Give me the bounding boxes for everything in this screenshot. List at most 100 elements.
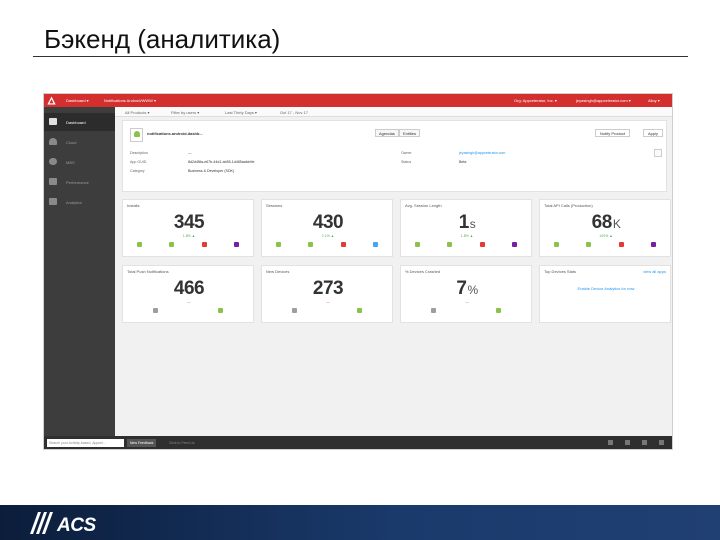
filter-products[interactable]: All Products ▾ <box>125 110 149 115</box>
sidebar-item-cloud[interactable]: Cloud <box>44 133 115 151</box>
html5-icon <box>618 242 624 247</box>
android-icon[interactable] <box>608 440 613 445</box>
user-icon <box>49 158 57 165</box>
metric-card[interactable]: Avg. Session Length 1s 1.8% ▲ <box>400 199 532 257</box>
app-info-card: notifications.android.dashb... Agendas E… <box>122 120 667 192</box>
filter-users[interactable]: Filter by users ▾ <box>171 110 199 115</box>
feedback-hint: Click to Feed Us <box>169 441 195 445</box>
metric-card[interactable]: Top Devices Stats view all apps Enable Dev… <box>539 265 671 323</box>
sidebar-item-label: Analytics <box>66 200 83 205</box>
bottom-icons <box>608 440 664 445</box>
metric-number: 1 <box>458 212 470 233</box>
metric-value: 7% <box>401 278 533 300</box>
ios-icon <box>496 308 501 313</box>
metric-card[interactable]: Total API Calls (Production) 68K 100% ▲ <box>539 199 671 257</box>
sidebar-item-performance[interactable]: Performance <box>44 173 115 191</box>
metric-note[interactable]: Enable Device Analytics for now <box>540 286 672 291</box>
metric-title: Total API Calls (Production) <box>544 203 593 208</box>
meta-label: Status <box>401 160 412 164</box>
meta-value: — <box>188 151 192 155</box>
platform-stat <box>218 308 223 319</box>
platform-stat <box>650 242 656 253</box>
acs-stripes-logo-icon <box>30 512 53 534</box>
metric-card[interactable]: New Devices 273— <box>261 265 393 323</box>
org-selector[interactable]: Org: Appcelerator, Inc. ▾ <box>514 98 557 103</box>
meta-label: Description <box>130 151 148 155</box>
platform-breakdown <box>153 308 223 319</box>
platform-stat <box>153 308 158 319</box>
metric-card[interactable]: Total Push Notifications 466— <box>122 265 254 323</box>
nav-dashboard-menu[interactable]: Dashboard ▾ <box>66 98 89 103</box>
windowsphone-icon <box>233 242 239 247</box>
html5-icon[interactable] <box>659 440 664 445</box>
filter-bar: All Products ▾ Filter by users ▾ Last Th… <box>115 107 672 117</box>
edit-icon[interactable] <box>654 149 662 157</box>
metric-delta: 100% ▲ <box>599 234 613 238</box>
metric-delta: 2.1% ▲ <box>321 234 335 238</box>
platform-breakdown <box>276 242 378 253</box>
sidebar-item-label: Cloud <box>66 140 77 145</box>
html5-icon <box>201 242 207 247</box>
footer-banner: ACS <box>0 505 720 540</box>
metric-title: % Devices Crashed <box>405 269 441 274</box>
html5-icon <box>479 242 485 247</box>
metric-value: 68K <box>540 212 672 234</box>
web-icon <box>372 242 378 247</box>
ios-icon <box>357 308 362 313</box>
platform-stat <box>372 242 378 253</box>
user-menu[interactable]: jeyasingh@appcelerator.com ▾ <box>576 98 631 103</box>
feedback-input[interactable]: Search your Activity-based, Appcel... <box>47 439 124 447</box>
platform-stat <box>292 308 297 319</box>
metric-unit: s <box>469 217 476 231</box>
nav-app-selector[interactable]: Notifications Android/WWW ▾ <box>104 98 156 103</box>
metric-title: New Devices <box>266 269 290 274</box>
metric-number: 273 <box>312 278 344 299</box>
agendas-button[interactable]: Agendas <box>375 129 399 137</box>
filter-date-range[interactable]: Last Thirty Days ▾ <box>225 110 257 115</box>
sidebar-item-label: MBS <box>66 160 75 165</box>
sidebar-item-dashboard[interactable]: Dashboard <box>44 113 115 131</box>
platform-stat <box>137 242 142 253</box>
platform-breakdown <box>415 242 517 253</box>
platform-stat <box>276 242 281 253</box>
android-app-icon <box>130 128 143 142</box>
windows-icon <box>308 242 314 247</box>
meta-value: Beta <box>459 160 467 164</box>
product-switcher[interactable]: Alloy ▾ <box>648 98 660 103</box>
metric-value: 345 <box>123 212 255 234</box>
metric-card[interactable]: % Devices Crashed 7% — <box>400 265 532 323</box>
apple-icon[interactable] <box>625 440 630 445</box>
sidebar-item-label: Dashboard <box>66 120 86 125</box>
entities-button[interactable]: Entities <box>399 129 421 137</box>
android-icon <box>292 308 297 313</box>
windows-icon <box>586 242 592 247</box>
top-navigation-bar: Dashboard ▾ Notifications Android/WWW ▾ … <box>44 94 672 107</box>
appcelerator-logo-icon[interactable] <box>47 96 56 105</box>
sidebar-item-mbs[interactable]: MBS <box>44 153 115 171</box>
metric-delta: — <box>465 300 469 304</box>
platform-stat <box>586 242 592 253</box>
metric-card[interactable]: Sessions 430 2.1% ▲ <box>261 199 393 257</box>
sidebar-item-analytics[interactable]: Analytics <box>44 193 115 211</box>
grid-icon <box>49 118 57 125</box>
platform-breakdown <box>292 308 362 319</box>
notify-product-button[interactable]: Notify Product <box>595 129 631 137</box>
metric-value: 430 <box>262 212 394 234</box>
metric-number: 68 <box>591 212 613 233</box>
new-feedback-button[interactable]: New Feedback <box>127 439 157 447</box>
bottom-bar: Search your Activity-based, Appcel... Ne… <box>44 436 672 449</box>
presentation-slide: Бэкенд (аналитика) Dashboard ▾ Notificat… <box>0 0 720 540</box>
metric-number: 345 <box>173 212 205 233</box>
date-range-label: Oct 17 - Nov 17 <box>280 110 309 115</box>
windows-icon <box>169 242 175 247</box>
metric-card[interactable]: Installs 345 1.8% ▲ <box>122 199 254 257</box>
apply-button[interactable]: Apply <box>643 129 664 137</box>
metric-delta: — <box>326 300 330 304</box>
meta-label: Category <box>130 169 145 173</box>
metric-unit: K <box>612 217 621 231</box>
metric-link[interactable]: view all apps <box>643 269 666 274</box>
windows-icon[interactable] <box>642 440 647 445</box>
platform-stat <box>447 242 453 253</box>
owner-link[interactable]: jeyasingh@appcelerator.com <box>459 151 505 155</box>
meta-label: App GUID <box>130 160 147 164</box>
